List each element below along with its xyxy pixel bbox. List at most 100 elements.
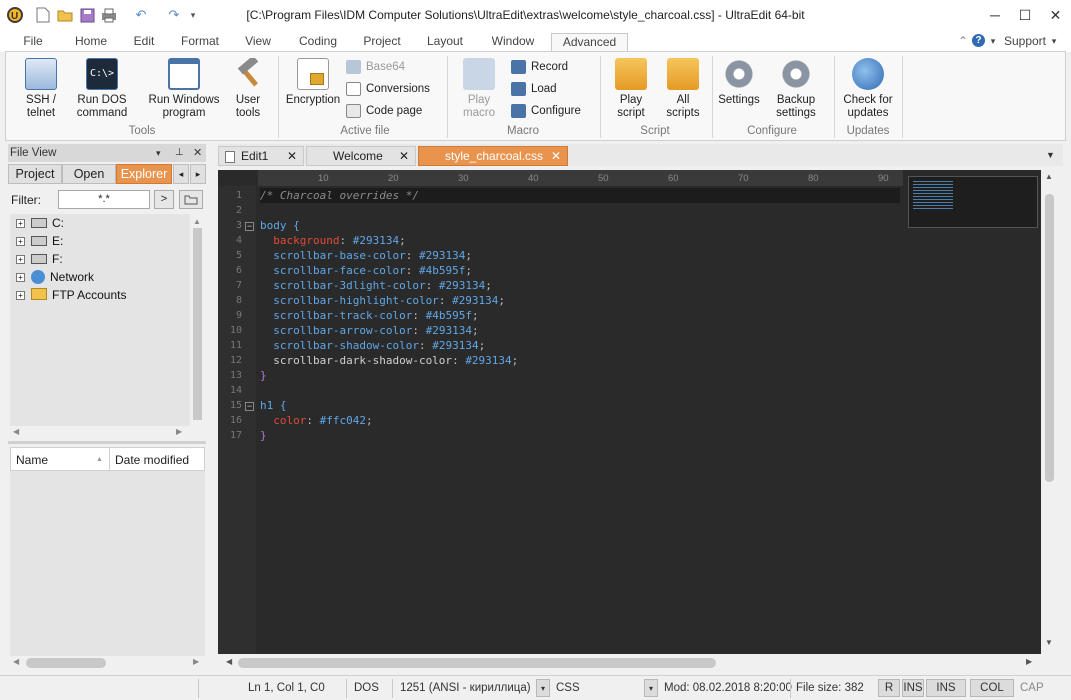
- tab-view[interactable]: View: [240, 33, 276, 52]
- ssh-telnet-button[interactable]: SSH / telnet: [16, 58, 66, 120]
- expand-icon[interactable]: +: [16, 219, 25, 228]
- tab-explorer[interactable]: Explorer: [116, 164, 172, 184]
- close-tab-icon[interactable]: ✕: [399, 147, 409, 166]
- close-button[interactable]: ✕: [1040, 0, 1071, 30]
- code-line[interactable]: scrollbar-shadow-color: #293134;: [260, 338, 485, 353]
- expand-icon[interactable]: +: [16, 291, 25, 300]
- line-ending[interactable]: DOS: [350, 680, 383, 697]
- code-editor[interactable]: 10 20 30 40 50 60 70 80 90 1 2 3−4 5 6 7 8 9 10 11 12 13 14 1…: [218, 170, 1058, 672]
- tab-list-dropdown-icon[interactable]: ▼: [1046, 150, 1055, 160]
- user-tools-button[interactable]: User tools: [228, 55, 268, 120]
- expand-icon[interactable]: +: [16, 237, 25, 246]
- collapse-ribbon-icon[interactable]: ⌃: [956, 33, 970, 52]
- tab-file[interactable]: File: [18, 33, 48, 52]
- scroll-thumb[interactable]: [193, 228, 202, 420]
- tree-item-network[interactable]: + Network: [16, 268, 94, 286]
- column-divider[interactable]: [109, 448, 110, 470]
- code-line[interactable]: }: [260, 428, 267, 443]
- fold-toggle-icon[interactable]: −: [245, 222, 254, 231]
- expand-icon[interactable]: +: [16, 255, 25, 264]
- code-line[interactable]: scrollbar-face-color: #4b595f;: [260, 263, 472, 278]
- code-line[interactable]: scrollbar-3dlight-color: #293134;: [260, 278, 492, 293]
- scroll-thumb[interactable]: [238, 658, 716, 668]
- scroll-right-icon[interactable]: ▶: [193, 657, 199, 666]
- app-logo-icon[interactable]: U: [6, 6, 24, 24]
- scroll-right-icon[interactable]: ▶: [176, 427, 182, 436]
- code-line[interactable]: /* Charcoal overrides */: [260, 188, 900, 203]
- maximize-button[interactable]: ☐: [1010, 0, 1040, 30]
- help-dropdown-icon[interactable]: ▾: [988, 33, 998, 52]
- check-for-updates-button[interactable]: Check for updates: [840, 58, 896, 120]
- run-windows-program-button[interactable]: Run Windows program: [144, 58, 224, 120]
- load-macro-button[interactable]: Load: [511, 80, 557, 98]
- insert-mode-indicator[interactable]: INS: [902, 679, 924, 697]
- configure-macro-button[interactable]: Configure: [511, 102, 581, 120]
- scroll-right-icon[interactable]: ▶: [1026, 657, 1032, 666]
- open-folder-icon[interactable]: [56, 6, 74, 24]
- all-scripts-button[interactable]: All scripts: [660, 58, 706, 120]
- tree-item-e[interactable]: + E:: [16, 232, 63, 250]
- doc-tab-style-charcoal[interactable]: style_charcoal.css ✕: [418, 146, 568, 166]
- doc-tab-welcome[interactable]: Welcome ✕: [306, 146, 416, 166]
- redo-icon[interactable]: ↷: [165, 6, 183, 24]
- record-macro-button[interactable]: Record: [511, 58, 568, 76]
- scroll-up-icon[interactable]: ▲: [193, 217, 201, 226]
- overwrite-indicator[interactable]: INS: [926, 679, 966, 697]
- code-line[interactable]: color: #ffc042;: [260, 413, 372, 428]
- conversions-button[interactable]: Conversions: [346, 80, 430, 98]
- help-icon[interactable]: ?: [972, 34, 985, 47]
- encoding-dropdown-icon[interactable]: ▾: [536, 679, 550, 697]
- code-line[interactable]: h1 {: [260, 398, 287, 413]
- settings-button[interactable]: Settings: [716, 58, 762, 107]
- tab-scroll-left-icon[interactable]: ◂: [173, 164, 189, 184]
- readonly-indicator[interactable]: R: [878, 679, 900, 697]
- code-line[interactable]: background: #293134;: [260, 233, 405, 248]
- run-dos-button[interactable]: C:\> Run DOS command: [72, 58, 132, 120]
- expand-icon[interactable]: +: [16, 273, 25, 282]
- code-line[interactable]: body {: [260, 218, 300, 233]
- code-line[interactable]: scrollbar-highlight-color: #293134;: [260, 293, 505, 308]
- close-tab-icon[interactable]: ✕: [287, 147, 297, 166]
- save-icon[interactable]: [78, 6, 96, 24]
- tree-vertical-scrollbar[interactable]: ▲: [190, 214, 205, 426]
- backup-settings-button[interactable]: Backup settings: [770, 58, 822, 120]
- browse-folder-button[interactable]: [179, 190, 203, 209]
- tree-item-f[interactable]: + F:: [16, 250, 63, 268]
- code-area[interactable]: /* Charcoal overrides */ body { backgroun…: [256, 186, 902, 654]
- tab-coding[interactable]: Coding: [292, 33, 344, 52]
- cursor-position[interactable]: Ln 1, Col 1, C0: [244, 680, 329, 697]
- tab-window[interactable]: Window: [484, 33, 542, 52]
- tree-item-c[interactable]: + C:: [16, 214, 64, 232]
- panel-splitter[interactable]: [8, 441, 206, 444]
- filter-go-button[interactable]: >: [154, 190, 174, 209]
- tab-scroll-right-icon[interactable]: ▸: [190, 164, 206, 184]
- encryption-button[interactable]: Encryption: [284, 58, 342, 107]
- code-line[interactable]: scrollbar-arrow-color: #293134;: [260, 323, 478, 338]
- undo-icon[interactable]: ↶: [132, 6, 150, 24]
- scroll-left-icon[interactable]: ◀: [13, 427, 19, 436]
- file-list[interactable]: [10, 471, 205, 656]
- panel-close-icon[interactable]: ✕: [193, 144, 202, 162]
- syntax-highlighting[interactable]: CSS: [552, 680, 584, 697]
- syntax-dropdown-icon[interactable]: ▾: [644, 679, 658, 697]
- scroll-down-icon[interactable]: ▼: [1045, 638, 1053, 647]
- editor-vertical-scrollbar[interactable]: ▲ ▼: [1041, 170, 1058, 654]
- tab-edit[interactable]: Edit: [128, 33, 160, 52]
- play-macro-button[interactable]: Play macro: [454, 58, 504, 120]
- scroll-thumb[interactable]: [1045, 194, 1054, 482]
- editor-horizontal-scrollbar[interactable]: ◀ ▶: [218, 654, 1058, 672]
- doc-tab-edit1[interactable]: Edit1 ✕: [218, 146, 304, 166]
- tab-project[interactable]: Project: [8, 164, 62, 184]
- tab-advanced[interactable]: Advanced: [551, 33, 628, 52]
- filter-input[interactable]: *.*: [58, 190, 150, 209]
- code-line[interactable]: }: [260, 368, 267, 383]
- tree-item-ftp-accounts[interactable]: + FTP Accounts: [16, 286, 126, 304]
- column-name[interactable]: Name: [16, 453, 48, 467]
- print-icon[interactable]: [100, 6, 118, 24]
- scroll-up-icon[interactable]: ▲: [1045, 172, 1053, 181]
- close-tab-icon[interactable]: ✕: [551, 147, 561, 166]
- scroll-thumb[interactable]: [26, 658, 106, 668]
- scroll-left-icon[interactable]: ◀: [13, 657, 19, 666]
- fold-toggle-icon[interactable]: −: [245, 402, 254, 411]
- play-script-button[interactable]: Play script: [608, 58, 654, 120]
